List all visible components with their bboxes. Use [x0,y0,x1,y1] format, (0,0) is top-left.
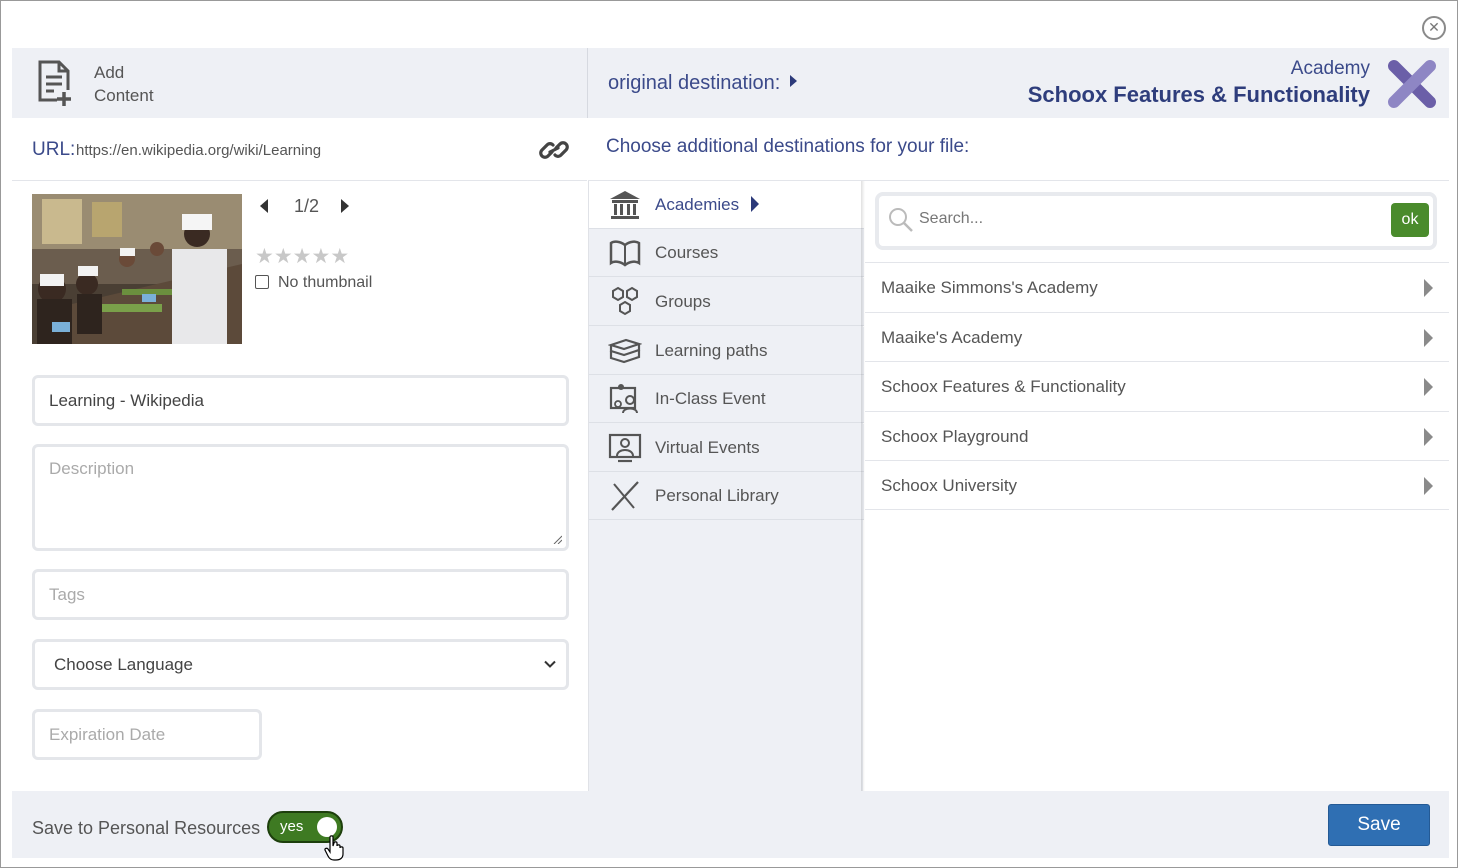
close-icon[interactable]: ✕ [1422,16,1446,40]
url-row: URL: https://en.wikipedia.org/wiki/Learn… [12,118,587,181]
expiration-date-input[interactable]: Expiration Date [32,709,262,760]
description-textarea[interactable]: Description [32,444,569,551]
nav-label: Groups [655,292,711,311]
book-stack-icon [608,338,642,364]
destination-header: original destination: Academy Schoox Fea… [588,48,1449,118]
caret-right-icon[interactable] [1424,477,1433,495]
caret-right-icon[interactable] [1424,378,1433,396]
nav-item-groups[interactable]: Groups [589,278,864,326]
language-select[interactable]: Choose Language [32,639,569,690]
search-input[interactable]: Search... [919,210,983,228]
nav-item-academies[interactable]: Academies [589,181,864,229]
list-item[interactable]: Maaike's Academy [865,311,1449,362]
destination-list: Maaike Simmons's Academy Maaike's Academ… [865,262,1449,510]
list-item[interactable]: Maaike Simmons's Academy [865,262,1449,312]
modal-footer: Save to Personal Resources yes Save [12,791,1449,861]
resize-handle-icon[interactable] [552,534,562,544]
nav-item-courses[interactable]: Courses [589,229,864,277]
search-icon [889,208,913,232]
url-value: https://en.wikipedia.org/wiki/Learning [76,142,322,159]
title-input[interactable]: Learning - Wikipedia [32,375,569,426]
hexagons-icon [612,286,638,316]
nav-label: Personal Library [655,486,779,505]
nav-item-virtual-events[interactable]: Virtual Events [589,424,864,472]
add-document-icon [38,60,71,106]
no-thumbnail-label: No thumbnail [278,274,373,291]
nav-label: Virtual Events [655,438,760,457]
nav-label: Academies [655,195,760,215]
star-icon[interactable]: ★ [311,245,330,268]
chevron-down-icon [544,660,556,668]
language-selected: Choose Language [54,655,193,674]
caret-right-icon[interactable] [1424,328,1433,347]
destinations-heading: Choose additional destinations for your … [606,136,970,157]
star-icon[interactable]: ★ [293,245,312,268]
list-item[interactable]: Schoox Playground [865,410,1449,461]
classroom-icon [609,384,638,414]
link-icon[interactable] [539,137,569,163]
save-button[interactable]: Save [1328,804,1430,846]
content-thumbnail [32,194,242,344]
toggle-knob [317,817,337,837]
pager-count: 1/2 [294,196,320,216]
schoox-logo-icon [1388,60,1436,108]
modal-body: Add Content original destination: Academ… [12,48,1449,861]
caret-right-icon [790,75,798,87]
add-content-title: Add Content [94,63,154,105]
no-thumbnail-option[interactable]: No thumbnail [255,274,372,292]
open-book-icon [609,240,641,267]
rating-stars[interactable]: ★★★★★ [255,244,349,269]
nav-item-personal-library[interactable]: Personal Library [589,472,864,520]
star-icon[interactable]: ★ [255,245,274,268]
star-icon[interactable]: ★ [274,245,293,268]
thumbnail-pager: 1/2 [260,196,350,217]
personal-library-icon [611,481,639,511]
description-placeholder: Description [49,459,135,478]
original-destination[interactable]: original destination: [608,72,798,95]
search-ok-button[interactable]: ok [1391,203,1429,237]
no-thumbnail-checkbox[interactable] [255,275,269,289]
url-label: URL: [32,139,76,160]
star-icon[interactable]: ★ [330,245,349,268]
list-item[interactable]: Schoox University [865,460,1449,510]
save-personal-label: Save to Personal Resources [32,818,261,838]
nav-label: In-Class Event [655,389,766,408]
academy-building-icon [610,191,640,219]
next-thumbnail-icon[interactable] [341,199,350,213]
caret-right-icon[interactable] [1424,427,1433,446]
academy-label: Academy [1290,58,1370,79]
nav-item-learning-paths[interactable]: Learning paths [589,327,864,375]
destination-search: Search... ok [875,192,1437,250]
toggle-label: yes [280,818,304,835]
nav-label: Courses [655,243,719,262]
destination-type-nav: Academies Courses Groups Learning paths … [588,181,864,791]
nav-label: Learning paths [655,341,768,360]
caret-right-icon [751,196,760,212]
list-item[interactable]: Schoox Features & Functionality [865,361,1449,411]
tags-input[interactable]: Tags [32,569,569,620]
nav-item-in-class-event[interactable]: In-Class Event [589,375,864,423]
prev-thumbnail-icon[interactable] [260,199,268,213]
academy-name: Schoox Features & Functionality [1027,82,1370,107]
hand-cursor-icon [324,835,344,861]
add-content-modal: ✕ Add Content original destination: Acad… [0,0,1458,868]
caret-right-icon[interactable] [1424,279,1433,297]
webinar-icon [608,433,642,463]
add-content-header: Add Content [12,48,588,118]
